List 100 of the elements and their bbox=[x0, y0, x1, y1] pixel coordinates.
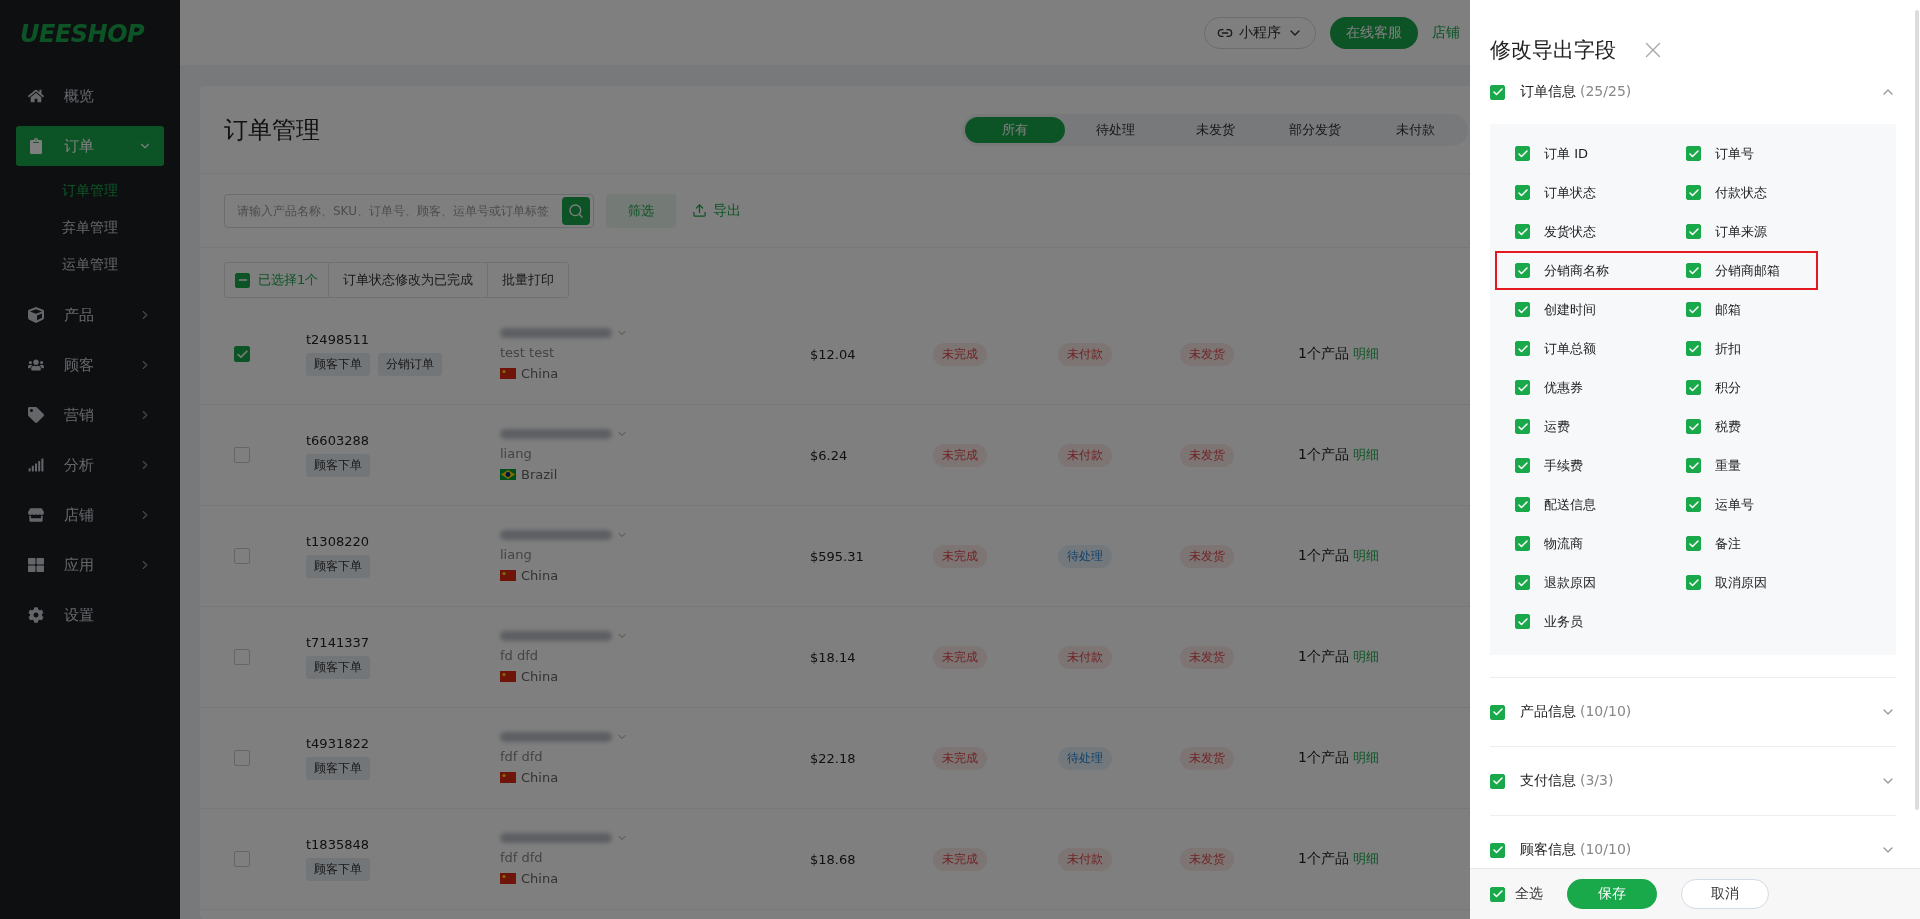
order-number[interactable]: t1308220 bbox=[306, 534, 369, 549]
select-all-checkbox[interactable] bbox=[235, 272, 250, 288]
nav-item[interactable]: 顾客 bbox=[16, 345, 164, 385]
row-checkbox[interactable] bbox=[234, 548, 250, 564]
field-label: 运单号 bbox=[1715, 495, 1754, 514]
nav-item[interactable]: 营销 bbox=[16, 395, 164, 435]
cancel-button[interactable]: 取消 bbox=[1681, 879, 1769, 909]
filter-button[interactable]: 筛选 bbox=[606, 193, 676, 228]
nav-subitem[interactable]: 订单管理 bbox=[16, 172, 164, 209]
flag-icon bbox=[500, 469, 516, 480]
nav-item[interactable]: 店铺 bbox=[16, 495, 164, 535]
scrollbar[interactable] bbox=[1915, 10, 1919, 810]
country-name: Brazil bbox=[521, 467, 558, 482]
field-checkbox[interactable] bbox=[1686, 419, 1701, 434]
status-badge: 未完成 bbox=[933, 342, 987, 366]
row-checkbox[interactable] bbox=[234, 649, 250, 665]
section-checkbox[interactable] bbox=[1490, 84, 1505, 100]
customer-name: fdf dfd bbox=[500, 850, 543, 865]
field-checkbox[interactable] bbox=[1515, 575, 1530, 590]
field-checkbox[interactable] bbox=[1515, 302, 1530, 317]
field-checkbox[interactable] bbox=[1515, 536, 1530, 551]
field-checkbox[interactable] bbox=[1686, 185, 1701, 200]
nav-item[interactable]: 产品 bbox=[16, 295, 164, 335]
detail-link[interactable]: 明细 bbox=[1352, 446, 1379, 464]
field-checkbox[interactable] bbox=[1686, 302, 1701, 317]
status-badge: 待处理 bbox=[1058, 544, 1112, 568]
row-checkbox[interactable] bbox=[234, 346, 250, 362]
drawer-title: 修改导出字段 bbox=[1490, 37, 1616, 64]
mini-program-select[interactable]: 小程序 bbox=[1204, 16, 1316, 49]
customer-name: fdf dfd bbox=[500, 749, 543, 764]
bar-chart-icon bbox=[28, 457, 44, 473]
nav-item[interactable]: 订单 bbox=[16, 126, 164, 166]
status-tab[interactable]: 未付款 bbox=[1365, 116, 1465, 143]
field-label: 配送信息 bbox=[1544, 495, 1596, 514]
detail-link[interactable]: 明细 bbox=[1352, 547, 1379, 565]
select-all-checkbox[interactable] bbox=[1490, 886, 1505, 902]
product-count: 1个产品 bbox=[1298, 446, 1349, 464]
field-checkbox[interactable] bbox=[1515, 497, 1530, 512]
flag-icon bbox=[500, 671, 516, 682]
row-checkbox[interactable] bbox=[234, 750, 250, 766]
field-checkbox[interactable] bbox=[1515, 419, 1530, 434]
nav-item[interactable]: 分析 bbox=[16, 445, 164, 485]
detail-link[interactable]: 明细 bbox=[1352, 648, 1379, 666]
field-checkbox[interactable] bbox=[1515, 341, 1530, 356]
status-tab[interactable]: 未发货 bbox=[1165, 116, 1265, 143]
field-checkbox[interactable] bbox=[1686, 341, 1701, 356]
section-checkbox[interactable] bbox=[1490, 842, 1505, 858]
search-button[interactable] bbox=[562, 196, 590, 225]
nav-subitem[interactable]: 弃单管理 bbox=[16, 209, 164, 246]
field-checkbox[interactable] bbox=[1686, 458, 1701, 473]
status-badge: 未付款 bbox=[1058, 645, 1112, 669]
field-checkbox[interactable] bbox=[1515, 614, 1530, 629]
cube-icon bbox=[28, 307, 44, 323]
field-checkbox[interactable] bbox=[1686, 575, 1701, 590]
detail-link[interactable]: 明细 bbox=[1352, 749, 1379, 767]
detail-link[interactable]: 明细 bbox=[1352, 345, 1379, 363]
row-checkbox[interactable] bbox=[234, 447, 250, 463]
export-link[interactable]: 导出 bbox=[692, 201, 741, 220]
detail-link[interactable]: 明细 bbox=[1352, 850, 1379, 868]
order-number[interactable]: t2498511 bbox=[306, 332, 369, 347]
field-label: 手续费 bbox=[1544, 456, 1583, 475]
field-label: 运费 bbox=[1544, 417, 1570, 436]
status-badge: 未完成 bbox=[933, 645, 987, 669]
section-checkbox[interactable] bbox=[1490, 773, 1505, 789]
status-tab[interactable]: 所有 bbox=[965, 116, 1065, 143]
support-button[interactable]: 在线客服 bbox=[1330, 16, 1418, 49]
nav-item[interactable]: 概览 bbox=[16, 76, 164, 116]
status-tab[interactable]: 部分发货 bbox=[1265, 116, 1365, 143]
field-checkbox[interactable] bbox=[1686, 497, 1701, 512]
field-checkbox[interactable] bbox=[1515, 263, 1530, 278]
field-label: 取消原因 bbox=[1715, 573, 1767, 592]
status-badge: 未发货 bbox=[1180, 746, 1234, 770]
field-checkbox[interactable] bbox=[1686, 536, 1701, 551]
nav-subitem[interactable]: 运单管理 bbox=[16, 246, 164, 283]
field-checkbox[interactable] bbox=[1515, 146, 1530, 161]
order-number[interactable]: t4931822 bbox=[306, 736, 369, 751]
order-total: $18.68 bbox=[810, 851, 856, 867]
store-link[interactable]: 店铺 bbox=[1432, 23, 1460, 42]
flag-icon bbox=[500, 368, 516, 379]
field-checkbox[interactable] bbox=[1686, 380, 1701, 395]
field-checkbox[interactable] bbox=[1515, 185, 1530, 200]
nav-item[interactable]: 设置 bbox=[16, 595, 164, 635]
field-label: 积分 bbox=[1715, 378, 1741, 397]
field-checkbox[interactable] bbox=[1515, 224, 1530, 239]
nav-item[interactable]: 应用 bbox=[16, 545, 164, 585]
row-checkbox[interactable] bbox=[234, 851, 250, 867]
field-checkbox[interactable] bbox=[1686, 224, 1701, 239]
field-label: 订单号 bbox=[1715, 144, 1754, 163]
order-number[interactable]: t1835848 bbox=[306, 837, 369, 852]
section-checkbox[interactable] bbox=[1490, 704, 1505, 720]
order-number[interactable]: t6603288 bbox=[306, 433, 369, 448]
flag-icon bbox=[500, 873, 516, 884]
field-checkbox[interactable] bbox=[1686, 263, 1701, 278]
order-number[interactable]: t7141337 bbox=[306, 635, 369, 650]
field-checkbox[interactable] bbox=[1686, 146, 1701, 161]
field-label: 订单 ID bbox=[1544, 144, 1588, 163]
field-checkbox[interactable] bbox=[1515, 458, 1530, 473]
field-checkbox[interactable] bbox=[1515, 380, 1530, 395]
save-button[interactable]: 保存 bbox=[1567, 879, 1657, 909]
status-tab[interactable]: 待处理 bbox=[1065, 116, 1165, 143]
